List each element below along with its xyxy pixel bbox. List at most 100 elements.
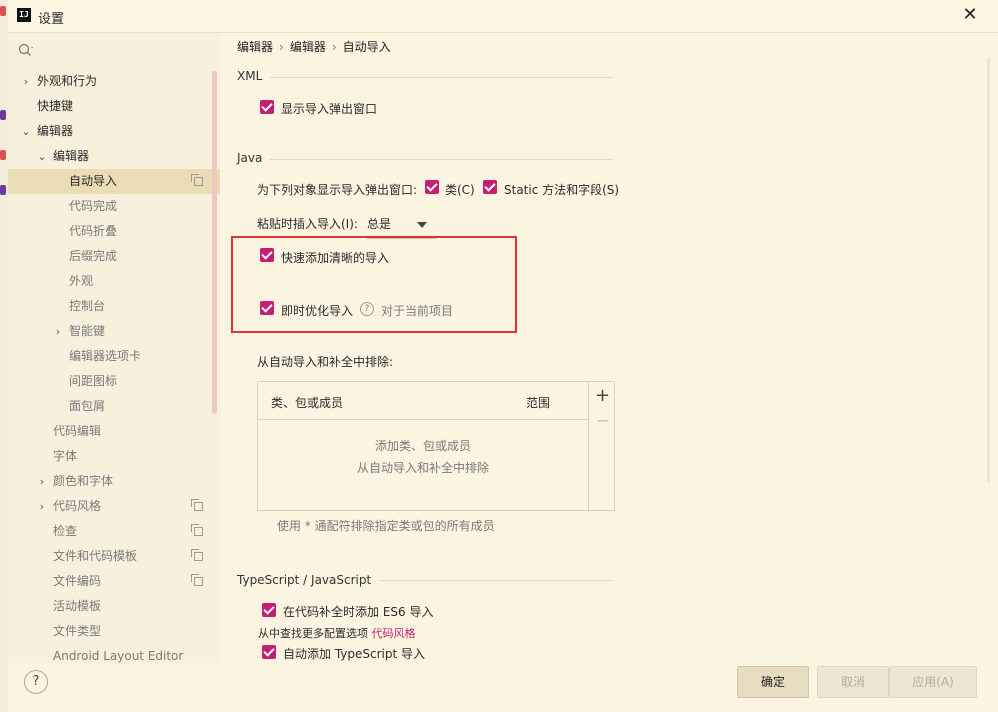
settings-content: 编辑器 › 编辑器 › 自动导入 XML 显示导入弹出窗口 Java 为下列对象显示导入… <box>220 33 990 663</box>
breadcrumb-separator: › <box>279 40 284 54</box>
sidebar-item-label: 自动导入 <box>69 174 118 188</box>
breadcrumb-item[interactable]: 编辑器 <box>290 40 326 54</box>
sidebar-item-label: 字体 <box>53 449 78 463</box>
sidebar-item-file-encodings[interactable]: 文件编码 <box>8 569 220 594</box>
code-style-link[interactable]: 代码风格 <box>372 627 416 640</box>
sidebar-item-file-types[interactable]: 文件类型 <box>8 619 220 644</box>
title-bar: IJ 设置 ✕ <box>8 0 998 33</box>
sidebar-item-live-templates[interactable]: 活动模板 <box>8 594 220 619</box>
chevron-right-icon[interactable]: › <box>36 469 48 494</box>
static-members-label: Static 方法和字段(S) <box>504 183 620 197</box>
exclude-table[interactable]: 类、包或成员 范围 添加类、包或成员 从自动导入和补全中排除 + − <box>257 381 615 511</box>
sidebar-item-label: 颜色和字体 <box>53 474 114 488</box>
section-title-xml: XML <box>237 69 263 83</box>
sidebar-item-label: 代码编辑 <box>53 424 102 438</box>
breadcrumb-separator: › <box>331 40 337 54</box>
more-options-text: 从中查找更多配置选项 代码风格 <box>258 625 416 641</box>
show-import-popup-checkbox[interactable] <box>260 100 274 114</box>
intellij-logo-icon: IJ <box>17 8 31 22</box>
cancel-button[interactable]: 取消 <box>817 666 889 698</box>
empty-table-hint[interactable]: 添加类、包或成员 <box>258 437 588 454</box>
remove-icon[interactable]: − <box>596 411 609 430</box>
sidebar-item-font[interactable]: 字体 <box>8 444 220 469</box>
content-scrollbar[interactable] <box>987 57 990 483</box>
sidebar-item-gutter-icons[interactable]: 间距图标 <box>8 369 220 394</box>
window-title: 设置 <box>38 12 65 27</box>
table-header: 类、包或成员 范围 <box>258 382 588 420</box>
sidebar-item-inspections[interactable]: 检查 <box>8 519 220 544</box>
sidebar-item-code-style[interactable]: › 代码风格 <box>8 494 220 519</box>
wildcard-hint: 使用 * 通配符排除指定类或包的所有成员 <box>277 519 495 533</box>
sidebar-item-label: 代码折叠 <box>69 224 118 238</box>
add-icon[interactable]: + <box>595 385 610 406</box>
sidebar-item-code-folding[interactable]: 代码折叠 <box>8 219 220 244</box>
dialog-button-bar: ? 确定 取消 应用(A) <box>8 663 998 712</box>
sidebar-item-label: Android Layout Editor <box>53 649 184 663</box>
sidebar-item-label: 快捷键 <box>37 99 74 113</box>
sidebar-item-label: 控制台 <box>69 299 106 313</box>
empty-table-hint: 从自动导入和补全中排除 <box>356 461 489 475</box>
sidebar-item-label: 检查 <box>53 524 78 538</box>
breadcrumb: 编辑器 › 编辑器 › 自动导入 <box>237 38 391 55</box>
exclude-label: 从自动导入和补全中排除: <box>257 355 394 369</box>
sidebar-item-label: 活动模板 <box>53 599 102 613</box>
breadcrumb-item: 自动导入 <box>342 40 391 54</box>
project-scope-icon <box>191 549 203 561</box>
chevron-right-icon[interactable]: › <box>52 319 64 344</box>
sidebar-item-label: 编辑器 <box>53 149 90 163</box>
column-header-scope[interactable]: 范围 <box>526 394 550 411</box>
apply-button[interactable]: 应用(A) <box>889 666 977 698</box>
sidebar-item-console[interactable]: 控制台 <box>8 294 220 319</box>
sidebar-item-editor-general[interactable]: ⌄ 编辑器 <box>8 144 220 169</box>
sidebar-item-label: 编辑器 <box>37 124 74 138</box>
sidebar-item-appearance[interactable]: › 外观和行为 <box>8 69 220 94</box>
static-members-checkbox[interactable] <box>483 180 497 194</box>
sidebar-item-color-scheme[interactable]: › 颜色和字体 <box>8 469 220 494</box>
sidebar-item-keymap[interactable]: 快捷键 <box>8 94 220 119</box>
settings-sidebar: › 外观和行为 快捷键 ⌄ 编辑器 ⌄ 编辑器 自动导入 代码完成 代码折叠 后… <box>8 33 220 663</box>
settings-search[interactable] <box>18 41 208 61</box>
sidebar-item-breadcrumbs[interactable]: 面包屑 <box>8 394 220 419</box>
section-divider <box>270 159 613 160</box>
sidebar-item-auto-import[interactable]: 自动导入 <box>8 169 220 194</box>
close-button[interactable]: ✕ <box>960 5 980 25</box>
dropdown-value: 总是 <box>367 217 392 231</box>
sidebar-item-file-templates[interactable]: 文件和代码模板 <box>8 544 220 569</box>
settings-tree: › 外观和行为 快捷键 ⌄ 编辑器 ⌄ 编辑器 自动导入 代码完成 代码折叠 后… <box>8 69 220 663</box>
sidebar-item-label: 代码完成 <box>69 199 118 213</box>
sidebar-item-label: 文件编码 <box>53 574 102 588</box>
chevron-down-icon[interactable]: ⌄ <box>20 119 32 144</box>
column-header-class-package[interactable]: 类、包或成员 <box>271 394 343 411</box>
annotation-highlight-box <box>231 236 517 333</box>
ok-button[interactable]: 确定 <box>737 666 809 698</box>
chevron-right-icon[interactable]: › <box>20 69 32 94</box>
project-scope-icon <box>191 174 203 186</box>
breadcrumb-item[interactable]: 编辑器 <box>237 40 273 54</box>
sidebar-item-code-editing[interactable]: 代码编辑 <box>8 419 220 444</box>
chevron-down-icon[interactable]: ⌄ <box>36 144 48 169</box>
popup-for-label: 为下列对象显示导入弹出窗口: <box>257 183 418 197</box>
add-es6-imports-checkbox[interactable] <box>262 603 276 617</box>
chevron-right-icon[interactable]: › <box>36 494 48 519</box>
sidebar-item-editor-tabs[interactable]: 编辑器选项卡 <box>8 344 220 369</box>
sidebar-item-appearance-sub[interactable]: 外观 <box>8 269 220 294</box>
classes-checkbox[interactable] <box>425 180 439 194</box>
dropdown-arrow-icon <box>417 222 427 228</box>
sidebar-item-postfix-completion[interactable]: 后缀完成 <box>8 244 220 269</box>
section-title-typescript: TypeScript / JavaScript <box>237 573 372 587</box>
sidebar-scrollbar[interactable] <box>212 71 217 414</box>
help-button[interactable]: ? <box>24 670 48 694</box>
sidebar-item-label: 代码风格 <box>53 499 102 513</box>
sidebar-item-code-completion[interactable]: 代码完成 <box>8 194 220 219</box>
edge-mark <box>0 110 6 120</box>
auto-ts-imports-checkbox[interactable] <box>262 645 276 659</box>
project-scope-icon <box>191 524 203 536</box>
sidebar-item-label: 外观 <box>69 274 94 288</box>
add-es6-imports-label: 在代码补全时添加 ES6 导入 <box>283 605 434 619</box>
insert-on-paste-label: 粘贴时插入导入(I): <box>257 217 358 231</box>
sidebar-item-android-layout-editor[interactable]: Android Layout Editor <box>8 644 220 663</box>
sidebar-item-label: 间距图标 <box>69 374 118 388</box>
table-toolbar: + − <box>588 382 615 510</box>
sidebar-item-smart-keys[interactable]: › 智能键 <box>8 319 220 344</box>
sidebar-item-editor[interactable]: ⌄ 编辑器 <box>8 119 220 144</box>
